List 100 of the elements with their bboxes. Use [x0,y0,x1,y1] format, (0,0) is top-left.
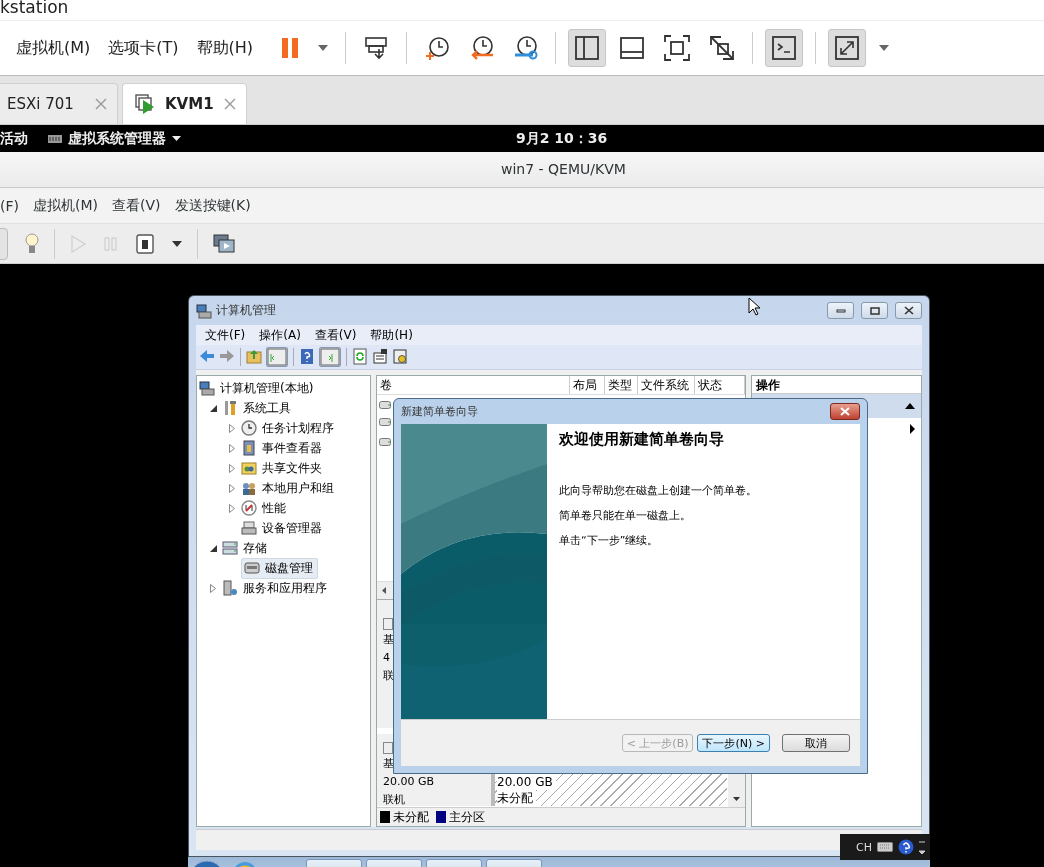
column-header[interactable]: 文件系统 [638,376,695,394]
tree-item[interactable]: 任务计划程序 [260,418,336,438]
dialog-heading: 欢迎使用新建简单卷向导 [559,430,725,449]
tree-item[interactable]: 存储 [241,538,269,558]
tree-item[interactable]: 服务和应用程序 [241,578,329,598]
expanded-arrow-icon[interactable] [209,544,217,552]
column-header[interactable]: 卷 [377,376,570,394]
tree-item[interactable]: 设备管理器 [260,518,324,538]
menu-item[interactable]: 虚拟机(M) [33,196,98,215]
collapsed-arrow-icon[interactable] [229,443,235,453]
tree-item[interactable]: 性能 [260,498,288,518]
device-icon [241,520,257,536]
tab[interactable]: ESXi 701 [0,83,118,124]
console-button[interactable] [765,29,804,67]
maximize-button[interactable] [861,302,888,319]
activities-button[interactable]: 活动 [0,129,28,148]
menu-item[interactable]: 虚拟机(M) [16,37,91,59]
close-icon [840,407,850,416]
menu-item[interactable]: 帮助(H) [196,37,254,59]
collapsed-arrow-icon[interactable] [229,423,235,433]
unity-icon [709,35,736,61]
dialog-button[interactable]: 取消 [782,734,850,752]
disk-info: 基 [383,632,395,648]
thumbnail-bar-icon [619,35,646,61]
expand-right-icon[interactable] [910,424,915,434]
tree-item[interactable]: 本地用户和组 [260,478,336,498]
window-title: kstation [0,0,70,19]
stretch-button[interactable] [828,29,867,67]
disk-info: 基 [383,756,395,772]
disk-info: 联 [383,668,395,684]
tree-item[interactable]: 共享文件夹 [260,458,324,478]
app-menu[interactable]: 虚拟系统管理器 [68,129,166,148]
dialog-title: 新建简单卷向导 [401,404,478,419]
collapsed-arrow-icon[interactable] [229,503,235,513]
mouse-cursor-icon [748,297,760,316]
clock[interactable]: 9月2 10：36 [516,130,608,148]
pause-icon [280,36,301,60]
storage-icon [222,540,238,556]
send-keys-icon [363,35,390,61]
collapsed-arrow-icon[interactable] [229,463,235,473]
menu-item[interactable]: 文件(F) [198,326,253,344]
dialog-text: 简单卷只能在单一磁盘上。 [559,508,692,523]
menu-item[interactable]: 查看(V) [112,196,161,215]
tools-icon [222,400,238,416]
play-icon [70,234,86,253]
legend-label: 未分配 [393,808,429,826]
fullscreen-icon [663,34,692,62]
window-title: 计算机管理 [216,302,276,319]
scroll-down-icon[interactable] [733,797,740,801]
menu-item[interactable]: 帮助(H) [363,326,420,344]
stretch-icon [834,35,861,61]
disk-info: 联机 [383,792,406,806]
up-folder-icon[interactable] [246,348,262,366]
scroll-arrows-icon[interactable] [918,840,925,854]
tree-item[interactable]: 磁盘管理 [241,557,318,579]
column-header[interactable]: 布局 [570,376,605,394]
language-indicator[interactable]: CH [856,840,872,854]
menu-item[interactable]: 操作(A) [252,326,308,344]
users-icon [241,480,257,496]
menu-item[interactable]: 选项卡(T) [108,37,179,59]
legend-label: 主分区 [449,808,485,826]
maximize-icon [869,306,880,315]
drive-icon [379,401,391,409]
collapse-up-icon[interactable] [905,403,915,409]
collapsed-arrow-icon[interactable] [210,583,216,593]
minimize-button[interactable] [827,302,854,319]
screens-icon [213,233,235,254]
minimize-icon [835,308,846,313]
menu-item[interactable]: 发送按键(K) [174,196,251,215]
column-header[interactable]: 类型 [605,376,638,394]
drive-icon [379,418,391,426]
menu-item[interactable]: 查看(V) [307,326,364,344]
sidebar-button[interactable] [568,29,607,67]
caret-icon [172,136,181,141]
dialog-button[interactable]: 下一步(N) > [697,734,770,752]
caret-icon [318,45,329,51]
properties-icon[interactable] [372,348,388,366]
dialog-text: 单击“下一步”继续。 [559,533,660,548]
caret-icon [879,45,890,51]
dialog-text: 此向导帮助您在磁盘上创建一个简单卷。 [559,483,758,498]
close-icon [903,306,914,315]
server-icon [222,580,238,596]
close-icon[interactable] [223,98,236,110]
expanded-arrow-icon[interactable] [209,404,217,412]
tree-item[interactable]: 计算机管理(本地) [218,378,316,398]
close-button[interactable] [895,302,922,319]
scroll-left-icon[interactable] [382,587,386,594]
keyboard-icon[interactable] [876,842,893,852]
app-icon [48,134,62,143]
close-button[interactable] [830,403,860,420]
menu-item[interactable]: (F) [0,197,19,214]
help-icon[interactable] [897,839,914,855]
column-header[interactable]: 状态 [695,376,745,394]
snapshot-manager-icon [512,35,539,61]
collapsed-arrow-icon[interactable] [229,483,235,493]
tree-item[interactable]: 系统工具 [241,398,293,418]
tab[interactable]: KVM1 [122,83,247,124]
tree-item[interactable]: 事件查看器 [260,438,324,458]
clock-icon [241,420,257,436]
computer-icon [196,302,212,319]
